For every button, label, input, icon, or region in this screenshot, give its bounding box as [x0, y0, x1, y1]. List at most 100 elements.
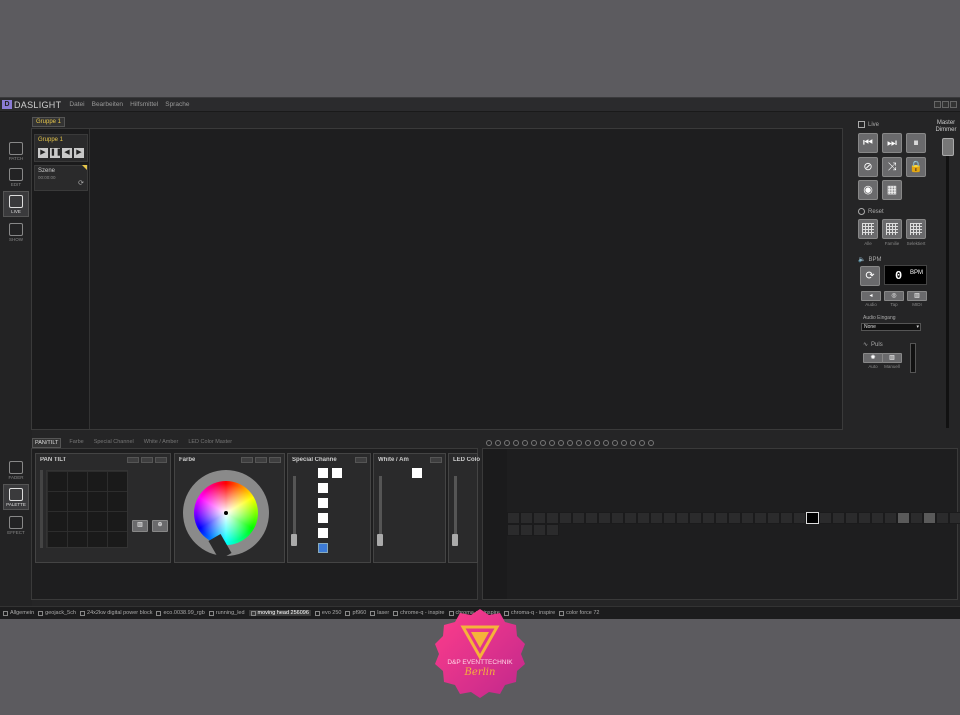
tab-special-channel[interactable]: Special Channel [92, 438, 136, 448]
group-pause-button[interactable]: ❚❚ [50, 148, 62, 158]
timeline-cell[interactable] [728, 512, 741, 524]
timeline-cell[interactable] [598, 512, 611, 524]
tool-palette[interactable]: PALETTE [3, 484, 29, 510]
white-amber-preset-1[interactable] [412, 468, 422, 478]
freeze-button[interactable]: ▦ [882, 180, 902, 200]
timeline-cell[interactable] [546, 512, 559, 524]
menu-datei[interactable]: Datei [69, 101, 84, 108]
timeline-cell[interactable] [702, 512, 715, 524]
timeline-cell[interactable] [897, 512, 910, 524]
pause-button[interactable]: ⏸ [906, 133, 926, 153]
audio-input-select[interactable]: None ▾ [861, 323, 921, 331]
timeline-cell[interactable] [936, 512, 949, 524]
bpm-sync-button[interactable]: ⟳ [860, 266, 880, 286]
timeline-cell[interactable] [546, 524, 559, 536]
pan-tilt-mini-3[interactable] [155, 457, 167, 463]
special-preset-3[interactable] [318, 483, 328, 493]
tab-white-amber[interactable]: White / Amber [142, 438, 181, 448]
move-icon[interactable] [522, 440, 528, 446]
fixture-tab[interactable]: color force 72 [559, 610, 599, 616]
delete-icon[interactable] [594, 440, 600, 446]
copy-icon[interactable] [576, 440, 582, 446]
reset-all-button[interactable] [858, 219, 878, 239]
farbe-mini-2[interactable] [255, 457, 267, 463]
pan-tilt-speed-slider[interactable] [40, 470, 43, 548]
record-icon[interactable] [639, 440, 645, 446]
timeline-cell[interactable] [832, 512, 845, 524]
tool-live[interactable]: LIVE [3, 191, 29, 217]
paste-icon[interactable] [585, 440, 591, 446]
group-play-button[interactable]: ▶ [38, 148, 48, 158]
fixture-tab[interactable]: evo 250 [314, 610, 341, 616]
grid-icon[interactable] [549, 440, 555, 446]
next-scene-button[interactable]: ⏭ [882, 133, 902, 153]
timeline-cell[interactable] [715, 512, 728, 524]
timeline-cell[interactable] [845, 512, 858, 524]
white-amber-fader-knob[interactable] [377, 534, 383, 546]
fixture-tab[interactable]: laser [370, 610, 389, 616]
timeline-cell[interactable] [741, 512, 754, 524]
puls-auto-button[interactable]: ✺ [863, 353, 883, 363]
snapshot-button[interactable]: ◉ [858, 180, 878, 200]
refresh-icon[interactable] [630, 440, 636, 446]
tool-patch[interactable]: PATCH [3, 138, 29, 164]
special-preset-4[interactable] [318, 498, 328, 508]
fixture-tab[interactable]: geojack_5ch [38, 610, 76, 616]
timeline-cell[interactable] [793, 512, 806, 524]
timeline-cell[interactable] [533, 512, 546, 524]
group-next-button[interactable]: ▶ [74, 148, 84, 158]
lock-button[interactable]: 🔒 [906, 157, 926, 177]
tab-pan-tilt[interactable]: PAN/TILT [32, 438, 62, 448]
special-preset-6[interactable] [318, 528, 328, 538]
special-channel-mini-1[interactable] [355, 457, 367, 463]
minimize-button[interactable] [934, 101, 941, 108]
timeline-cell[interactable] [884, 512, 897, 524]
loop-icon[interactable]: ⟳ [78, 179, 84, 187]
bpm-tap-button[interactable]: ◎ [884, 291, 904, 301]
timeline-cell[interactable] [923, 512, 936, 524]
tool-effect[interactable]: EFFECT [3, 512, 29, 538]
pan-tilt-mode-button[interactable]: ▥ [132, 520, 148, 532]
tab-gruppe-1[interactable]: Gruppe 1 [32, 117, 66, 127]
white-amber-mini-1[interactable] [430, 457, 442, 463]
snap-icon[interactable] [540, 440, 546, 446]
timeline-cell[interactable] [819, 512, 832, 524]
color-picker-dot[interactable] [224, 511, 228, 515]
timeline-cell[interactable] [871, 512, 884, 524]
tool-fader[interactable]: FADER [3, 457, 29, 483]
prev-scene-button[interactable]: ⏮ [858, 133, 878, 153]
pan-tilt-center-button[interactable]: ⊕ [152, 520, 168, 532]
timeline-cell[interactable] [949, 512, 960, 524]
timeline-cell[interactable] [520, 524, 533, 536]
timeline-cell[interactable] [559, 512, 572, 524]
timeline-cell[interactable] [754, 512, 767, 524]
special-preset-1[interactable] [318, 468, 328, 478]
color-wheel-ring[interactable] [183, 470, 269, 561]
fixture-tab[interactable]: 24x2kw digital power block [80, 610, 152, 616]
puls-manual-button[interactable]: ▥ [882, 353, 902, 363]
timeline-cell[interactable] [689, 512, 702, 524]
menu-sprache[interactable]: Sprache [165, 101, 189, 108]
timeline-cell[interactable] [676, 512, 689, 524]
reset-family-button[interactable] [882, 219, 902, 239]
fixture-tab[interactable]: running_led [208, 610, 245, 616]
maximize-button[interactable] [942, 101, 949, 108]
farbe-mini-3[interactable] [269, 457, 281, 463]
close-button[interactable] [950, 101, 957, 108]
timeline-cell[interactable] [910, 512, 923, 524]
group-card[interactable]: Gruppe 1 ▶ ❚❚ ◀ ▶ [34, 134, 88, 162]
fixture-tab[interactable]: pf960 [345, 610, 366, 616]
fixture-tab[interactable]: eco.0038.99_rgb [156, 610, 205, 616]
shuffle-button[interactable]: ⤨ [882, 157, 902, 177]
master-dimmer-knob[interactable] [942, 138, 954, 156]
zoom-reset-icon[interactable] [513, 440, 519, 446]
timeline-cell[interactable] [650, 512, 663, 524]
menu-hilfsmittel[interactable]: Hilfsmittel [130, 101, 158, 108]
bpm-audio-button[interactable]: ◂ [861, 291, 881, 301]
timeline-cell[interactable] [663, 512, 676, 524]
tool-edit[interactable]: EDIT [3, 164, 29, 190]
special-preset-5[interactable] [318, 513, 328, 523]
timeline-cell[interactable] [507, 512, 520, 524]
blackout-button[interactable]: ⊘ [858, 157, 878, 177]
tab-farbe[interactable]: Farbe [67, 438, 85, 448]
